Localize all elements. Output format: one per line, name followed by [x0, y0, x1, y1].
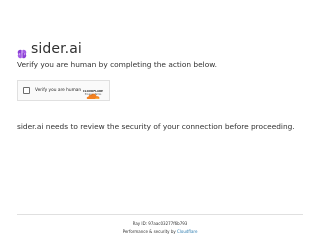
security-review-message: sider.ai needs to review the security of… [17, 122, 295, 131]
verify-instruction: Verify you are human by completing the a… [17, 60, 217, 69]
cloudflare-link[interactable]: Cloudflare [177, 229, 197, 234]
performance-credit: Performance & security by Cloudflare [0, 229, 320, 235]
site-heading: sider.ai [17, 41, 82, 59]
terms-link[interactable]: Terms [95, 93, 101, 96]
turnstile-widget: Verify you are human CLOUDFLARE Privacy … [17, 80, 110, 101]
verify-checkbox[interactable] [23, 87, 30, 94]
ray-id: Ray ID: 97aac03277f6b793 [132, 221, 188, 226]
site-name: sider.ai [31, 41, 82, 57]
sider-brain-icon [17, 44, 27, 59]
performance-prefix: Performance & security by [122, 229, 177, 234]
cloudflare-brand: CLOUDFLARE Privacy · Terms [80, 84, 106, 99]
privacy-link[interactable]: Privacy [85, 93, 93, 96]
cloudflare-links: Privacy · Terms [85, 93, 101, 96]
challenge-page: sider.ai Verify you are human by complet… [0, 0, 320, 240]
verify-checkbox-label[interactable]: Verify you are human [35, 88, 81, 94]
footer-divider [17, 214, 303, 215]
